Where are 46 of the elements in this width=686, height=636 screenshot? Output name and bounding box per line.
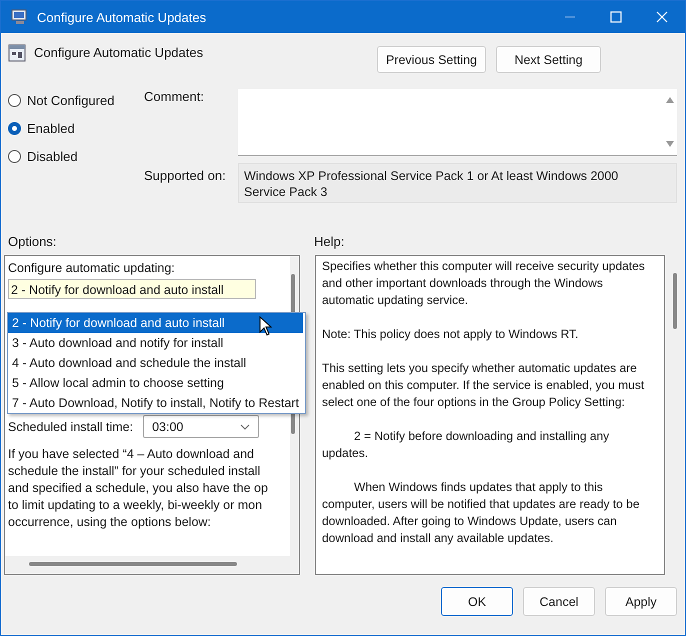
vertical-scrollbar[interactable] xyxy=(673,273,677,329)
chevron-down-icon xyxy=(240,424,250,430)
install-time-label: Scheduled install time: xyxy=(8,420,134,434)
options-label: Options: xyxy=(8,234,58,248)
note-text-line: If you have selected “4 – Auto download and xyxy=(8,446,256,463)
help-paragraph: When Windows finds updates that apply to this computer, users will be notified that updates are ready to be downloaded. After going to Windows Update, users can download and install any available updates. xyxy=(322,479,641,547)
help-paragraph: This setting lets you specify whether automatic updates are enabled on this computer. If the service is enabled, you must select one of the four options in the Group Policy Setting: xyxy=(322,360,646,411)
install-time-combobox[interactable]: 03:00 xyxy=(143,415,260,438)
radio-option[interactable]: Disabled xyxy=(8,147,138,166)
dropdown-option[interactable]: 5 - Allow local admin to choose setting xyxy=(8,373,303,393)
radio-circle[interactable] xyxy=(8,94,21,107)
supported-on-text: Windows XP Professional Service Pack 1 or At least Windows 2000 Service Pack 3 xyxy=(244,169,618,199)
policy-icon xyxy=(8,44,26,62)
dropdown-option[interactable]: 2 - Notify for download and auto install xyxy=(8,313,303,333)
dialog-button[interactable]: OK xyxy=(441,587,513,616)
scroll-up-icon[interactable] xyxy=(666,97,674,103)
mouse-pointer-icon xyxy=(259,316,273,336)
radio-option[interactable]: Enabled xyxy=(8,119,138,138)
note-text-line: schedule the install” for your scheduled install xyxy=(8,463,262,480)
policy-name: Configure Automatic Updates xyxy=(34,44,204,60)
help-paragraph: Note: This policy does not apply to Windows RT. xyxy=(322,326,580,343)
supported-on-label: Supported on: xyxy=(143,167,227,185)
dialog-button[interactable]: Cancel xyxy=(523,587,595,616)
setting-nav-button[interactable]: Previous Setting xyxy=(376,46,486,73)
note-text-line: and specified a schedule, you also have the op xyxy=(8,480,269,497)
dropdown-option[interactable]: 7 - Auto Download, Notify to install, Notify to Restart xyxy=(8,393,303,413)
help-paragraph: Specifies whether this computer will receive security updates and other important downloads through the Windows automatic updating service. xyxy=(322,258,646,309)
dropdown-option[interactable]: 4 - Auto download and schedule the install xyxy=(8,353,303,373)
dropdown-option[interactable]: 3 - Auto download and notify for install xyxy=(8,333,303,353)
update-mode-combobox[interactable]: 2 - Notify for download and auto install xyxy=(8,279,256,299)
radio-circle[interactable] xyxy=(8,150,21,163)
setting-nav-button[interactable]: Next Setting xyxy=(496,46,601,73)
comment-label: Comment: xyxy=(143,89,205,106)
window-title: Configure Automatic Updates xyxy=(37,10,206,24)
help-label: Help: xyxy=(314,234,344,248)
comment-field[interactable] xyxy=(238,89,677,156)
help-paragraph: 2 = Notify before downloading and installing any updates. xyxy=(322,428,610,462)
radio-option[interactable]: Not Configured xyxy=(8,91,138,110)
horizontal-scrollbar[interactable] xyxy=(29,562,237,566)
note-text-line: to limit updating to a weekly, bi-weekly or mon xyxy=(8,497,264,514)
scroll-down-icon[interactable] xyxy=(666,141,674,147)
dialog-button[interactable]: Apply xyxy=(605,587,677,616)
note-text-line: occurrence, using the options below: xyxy=(8,514,212,531)
configure-label: Configure automatic updating: xyxy=(8,261,176,277)
computer-icon xyxy=(11,9,29,25)
radio-circle[interactable] xyxy=(8,122,21,135)
